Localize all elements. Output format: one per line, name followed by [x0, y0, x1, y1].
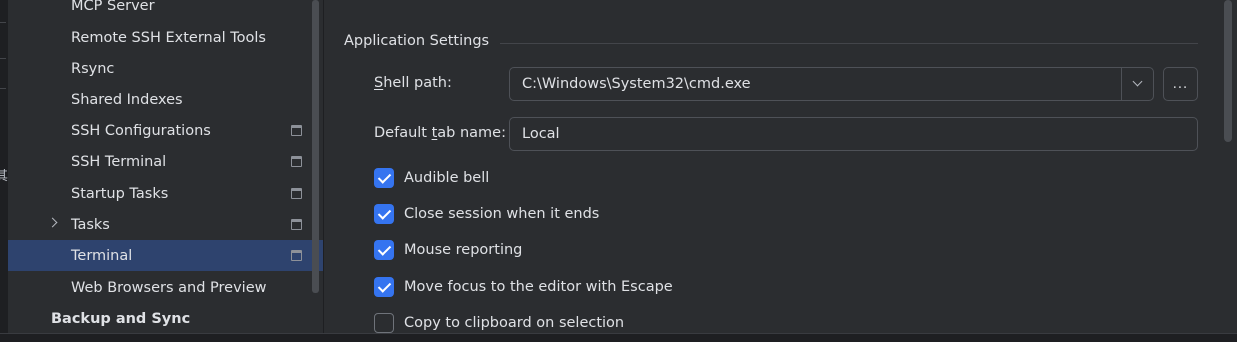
audible-bell-checkbox[interactable] [374, 168, 394, 188]
default-tab-name-label: Default tab name: [374, 125, 506, 141]
settings-sidebar: MCP Server Remote SSH External Tools Rsy… [8, 0, 323, 342]
shell-path-label-text: hell path: [383, 75, 452, 91]
shell-path-value[interactable]: C:\Windows\System32\cmd.exe [522, 68, 751, 100]
sidebar-item-label: MCP Server [71, 0, 155, 14]
checkbox-label: Close session when it ends [404, 206, 600, 222]
sidebar-item-ssh-configurations[interactable]: SSH Configurations [8, 115, 323, 146]
sidebar-item-rsync[interactable]: Rsync [8, 53, 323, 84]
sidebar-item-label: Startup Tasks [71, 185, 169, 202]
project-level-icon [291, 188, 302, 199]
edge-mark [0, 22, 6, 23]
sidebar-item-mcp-server[interactable]: MCP Server [8, 0, 323, 21]
edge-mark [0, 88, 6, 89]
default-tab-name-input[interactable]: Local [509, 117, 1198, 151]
sidebar-item-label: SSH Terminal [71, 153, 167, 170]
checkbox-label: Mouse reporting [404, 242, 523, 258]
project-level-icon [291, 156, 302, 167]
bottom-bar [0, 334, 1237, 342]
settings-window: 其 MCP Server Remote SSH External Tools R… [0, 0, 1237, 342]
sidebar-item-label: Terminal [71, 247, 133, 264]
sidebar-item-label: SSH Configurations [71, 122, 211, 139]
audible-bell-option[interactable]: Audible bell [374, 167, 489, 189]
sidebar-item-label: Rsync [71, 60, 115, 77]
chevron-down-icon[interactable] [1132, 76, 1143, 87]
move-focus-option[interactable]: Move focus to the editor with Escape [374, 276, 673, 298]
close-session-option[interactable]: Close session when it ends [374, 203, 599, 225]
mouse-reporting-option[interactable]: Mouse reporting [374, 239, 522, 261]
sidebar-item-web-browsers-and-preview[interactable]: Web Browsers and Preview [8, 272, 323, 303]
sidebar-item-remote-ssh-external-tools[interactable]: Remote SSH External Tools [8, 22, 323, 53]
mouse-reporting-checkbox[interactable] [374, 240, 394, 260]
sidebar-item-label: Web Browsers and Preview [71, 279, 267, 296]
sidebar-item-tasks[interactable]: Tasks [8, 209, 323, 240]
sidebar-item-label: Remote SSH External Tools [71, 29, 266, 46]
section-separator [500, 43, 1198, 44]
edge-mark [0, 58, 6, 59]
shell-path-label-mnemonic: S [374, 75, 384, 91]
combobox-separator [1121, 68, 1122, 100]
sidebar-item-label: Tasks [71, 216, 110, 233]
terminal-settings-panel: Application Settings Shell path: C:\Wind… [324, 0, 1237, 342]
browse-button[interactable]: ... [1163, 67, 1198, 101]
shell-path-label: Shell path: [374, 75, 452, 91]
project-level-icon [291, 219, 302, 230]
sidebar-item-shared-indexes[interactable]: Shared Indexes [8, 84, 323, 115]
sidebar-scrollbar[interactable] [312, 0, 319, 293]
default-tab-name-label-start: Default [374, 125, 432, 141]
project-level-icon [291, 125, 302, 136]
checkbox-label: Audible bell [404, 170, 490, 186]
section-title: Application Settings [344, 33, 490, 49]
sidebar-item-label: Shared Indexes [71, 91, 183, 108]
main-scrollbar[interactable] [1224, 0, 1232, 142]
sidebar-group-label: Backup and Sync [51, 310, 191, 327]
checkbox-label: Copy to clipboard on selection [404, 315, 625, 331]
default-tab-name-value[interactable]: Local [522, 118, 560, 150]
shell-path-combobox[interactable]: C:\Windows\System32\cmd.exe [509, 67, 1154, 101]
sidebar-item-ssh-terminal[interactable]: SSH Terminal [8, 146, 323, 177]
move-focus-checkbox[interactable] [374, 277, 394, 297]
project-level-icon [291, 250, 302, 261]
close-session-checkbox[interactable] [374, 204, 394, 224]
sidebar-item-terminal[interactable]: Terminal [8, 240, 323, 271]
sidebar-item-startup-tasks[interactable]: Startup Tasks [8, 178, 323, 209]
copy-on-selection-checkbox[interactable] [374, 313, 394, 333]
chevron-right-icon[interactable] [47, 217, 58, 228]
edge-glyph: 其 [0, 169, 8, 184]
sidebar-group-backup-and-sync[interactable]: Backup and Sync [8, 303, 323, 334]
default-tab-name-label-end: ab name: [437, 125, 506, 141]
copy-on-selection-option[interactable]: Copy to clipboard on selection [374, 312, 624, 334]
left-edge-strip: 其 [0, 0, 8, 342]
checkbox-label: Move focus to the editor with Escape [404, 279, 673, 295]
